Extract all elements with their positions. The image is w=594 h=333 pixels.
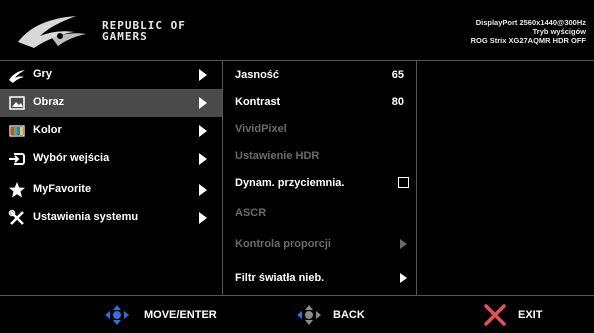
brand-line-2: GAMERS (102, 30, 148, 43)
menu-item-system-settings[interactable]: Ustawienia systemu (0, 204, 222, 232)
menu-label: Ustawienia systemu (33, 211, 139, 223)
submenu-item-dynamic-dimming[interactable]: Dynam. przyciemnia. (223, 171, 416, 195)
move-enter-label: MOVE/ENTER (144, 309, 217, 321)
chevron-right-icon (199, 153, 207, 165)
menu-label: Gry (33, 68, 52, 80)
menu-label: Wybór wejścia (33, 152, 110, 164)
image-submenu: Jasność 65 Kontrast 80 VividPixel Ustawi… (223, 61, 417, 295)
menu-item-gaming[interactable]: Gry (0, 61, 222, 89)
move-enter-hint[interactable]: MOVE/ENTER (104, 304, 224, 326)
detail-panel (417, 61, 594, 295)
main-menu: Gry Obraz Kolor Wybór wejścia MyFavorite… (0, 61, 223, 295)
dpad-move-icon (105, 305, 129, 325)
menu-item-image[interactable]: Obraz (0, 89, 222, 117)
back-hint[interactable]: BACK (296, 304, 386, 326)
chevron-right-icon (400, 273, 407, 283)
status-info: DisplayPort 2560x1440@300Hz Tryb wyścigó… (471, 18, 586, 45)
chevron-right-icon (400, 239, 407, 249)
status-mode: Tryb wyścigów (532, 27, 586, 36)
menu-item-myfavorite[interactable]: MyFavorite (0, 176, 222, 204)
submenu-label: ASCR (235, 207, 267, 219)
submenu-label: Kontrola proporcji (235, 238, 331, 250)
submenu-label: Filtr światła nieb. (235, 272, 325, 284)
submenu-item-vividpixel: VividPixel (223, 117, 416, 141)
status-signal: DisplayPort 2560x1440@300Hz (475, 18, 586, 27)
tools-icon (8, 209, 24, 225)
submenu-item-ascr: ASCR (223, 201, 416, 225)
dynamic-dimming-checkbox[interactable] (398, 177, 409, 188)
close-icon (484, 304, 506, 326)
status-model: ROG Strix XG27AQMR HDR OFF (470, 36, 586, 45)
menu-label: Obraz (33, 96, 65, 108)
color-icon (9, 125, 25, 137)
star-icon (9, 182, 25, 198)
osd-header: REPUBLIC OF GAMERS DisplayPort 2560x1440… (0, 0, 594, 61)
submenu-item-blue-light-filter[interactable]: Filtr światła nieb. (223, 266, 416, 290)
submenu-item-contrast[interactable]: Kontrast 80 (223, 90, 416, 114)
submenu-item-hdr-setting: Ustawienie HDR (223, 144, 416, 168)
brightness-value: 65 (391, 69, 404, 81)
exit-hint[interactable]: EXIT (483, 304, 553, 326)
chevron-right-icon (199, 125, 207, 137)
submenu-label: Kontrast (235, 96, 281, 108)
chevron-right-icon (199, 184, 207, 196)
menu-item-input[interactable]: Wybór wejścia (0, 145, 222, 173)
osd-footer: MOVE/ENTER BACK EXIT (0, 295, 594, 333)
brand-text: REPUBLIC OF GAMERS (102, 20, 186, 42)
gaming-icon (9, 70, 25, 83)
osd-menu: REPUBLIC OF GAMERS DisplayPort 2560x1440… (0, 0, 594, 332)
chevron-right-icon (199, 69, 207, 81)
submenu-label: VividPixel (235, 123, 287, 135)
rog-logo-icon (18, 16, 86, 48)
back-label: BACK (333, 309, 365, 321)
image-icon (9, 96, 25, 110)
submenu-item-brightness[interactable]: Jasność 65 (223, 63, 416, 87)
chevron-right-icon (199, 97, 207, 109)
menu-label: Kolor (33, 124, 62, 136)
dpad-back-icon (297, 305, 321, 325)
menu-item-color[interactable]: Kolor (0, 117, 222, 145)
contrast-value: 80 (391, 96, 404, 108)
exit-label: EXIT (518, 309, 543, 321)
submenu-item-aspect-control: Kontrola proporcji (223, 232, 416, 256)
menu-label: MyFavorite (33, 183, 92, 195)
chevron-right-icon (199, 212, 207, 224)
input-icon (9, 153, 25, 165)
submenu-label: Dynam. przyciemnia. (235, 177, 345, 189)
submenu-label: Jasność (235, 69, 280, 81)
submenu-label: Ustawienie HDR (235, 150, 320, 162)
